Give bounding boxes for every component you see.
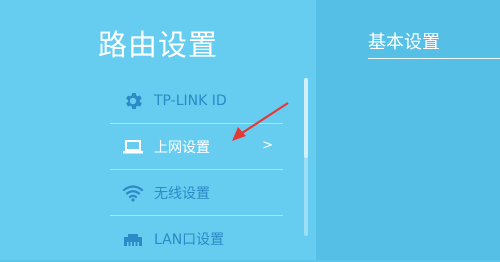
annotation-arrow-icon (232, 102, 289, 141)
